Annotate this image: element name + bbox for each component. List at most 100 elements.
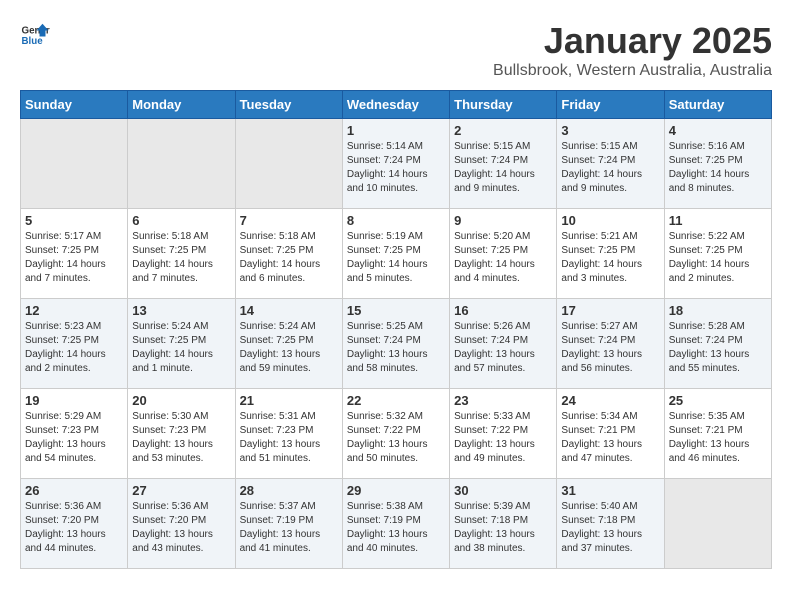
calendar-week-row: 26 Sunrise: 5:36 AM Sunset: 7:20 PM Dayl… bbox=[21, 479, 772, 569]
day-info: Sunrise: 5:23 AM Sunset: 7:25 PM Dayligh… bbox=[25, 320, 123, 376]
day-number: 31 bbox=[561, 483, 659, 498]
calendar-cell: 18 Sunrise: 5:28 AM Sunset: 7:24 PM Dayl… bbox=[664, 299, 771, 389]
day-number: 3 bbox=[561, 123, 659, 138]
day-number: 2 bbox=[454, 123, 552, 138]
sunrise-label: Sunrise: 5:28 AM bbox=[669, 321, 745, 332]
weekday-header-monday: Monday bbox=[128, 91, 235, 119]
weekday-header-sunday: Sunday bbox=[21, 91, 128, 119]
svg-text:Blue: Blue bbox=[22, 36, 44, 47]
day-number: 14 bbox=[240, 303, 338, 318]
calendar-cell: 16 Sunrise: 5:26 AM Sunset: 7:24 PM Dayl… bbox=[450, 299, 557, 389]
sunset-label: Sunset: 7:25 PM bbox=[132, 335, 206, 346]
day-number: 28 bbox=[240, 483, 338, 498]
day-info: Sunrise: 5:29 AM Sunset: 7:23 PM Dayligh… bbox=[25, 410, 123, 466]
calendar-cell bbox=[235, 119, 342, 209]
sunset-label: Sunset: 7:22 PM bbox=[347, 425, 421, 436]
day-info: Sunrise: 5:25 AM Sunset: 7:24 PM Dayligh… bbox=[347, 320, 445, 376]
sunset-label: Sunset: 7:24 PM bbox=[454, 335, 528, 346]
day-number: 15 bbox=[347, 303, 445, 318]
day-info: Sunrise: 5:38 AM Sunset: 7:19 PM Dayligh… bbox=[347, 500, 445, 556]
day-number: 18 bbox=[669, 303, 767, 318]
sunset-label: Sunset: 7:24 PM bbox=[561, 335, 635, 346]
sunset-label: Sunset: 7:23 PM bbox=[132, 425, 206, 436]
day-number: 11 bbox=[669, 213, 767, 228]
daylight-label: Daylight: 13 hours and 47 minutes. bbox=[561, 439, 642, 464]
day-info: Sunrise: 5:22 AM Sunset: 7:25 PM Dayligh… bbox=[669, 230, 767, 286]
day-info: Sunrise: 5:20 AM Sunset: 7:25 PM Dayligh… bbox=[454, 230, 552, 286]
day-info: Sunrise: 5:18 AM Sunset: 7:25 PM Dayligh… bbox=[240, 230, 338, 286]
daylight-label: Daylight: 13 hours and 43 minutes. bbox=[132, 529, 213, 554]
page-header: General Blue January 2025 Bullsbrook, We… bbox=[20, 20, 772, 80]
day-number: 10 bbox=[561, 213, 659, 228]
weekday-header-row: SundayMondayTuesdayWednesdayThursdayFrid… bbox=[21, 91, 772, 119]
sunset-label: Sunset: 7:24 PM bbox=[669, 335, 743, 346]
day-number: 25 bbox=[669, 393, 767, 408]
day-number: 29 bbox=[347, 483, 445, 498]
weekday-header-saturday: Saturday bbox=[664, 91, 771, 119]
calendar-cell bbox=[21, 119, 128, 209]
day-info: Sunrise: 5:40 AM Sunset: 7:18 PM Dayligh… bbox=[561, 500, 659, 556]
daylight-label: Daylight: 13 hours and 38 minutes. bbox=[454, 529, 535, 554]
calendar-subtitle: Bullsbrook, Western Australia, Australia bbox=[493, 62, 772, 80]
daylight-label: Daylight: 13 hours and 37 minutes. bbox=[561, 529, 642, 554]
logo-icon: General Blue bbox=[20, 20, 50, 50]
day-number: 6 bbox=[132, 213, 230, 228]
sunrise-label: Sunrise: 5:33 AM bbox=[454, 411, 530, 422]
day-info: Sunrise: 5:21 AM Sunset: 7:25 PM Dayligh… bbox=[561, 230, 659, 286]
day-info: Sunrise: 5:34 AM Sunset: 7:21 PM Dayligh… bbox=[561, 410, 659, 466]
sunrise-label: Sunrise: 5:14 AM bbox=[347, 141, 423, 152]
calendar-week-row: 1 Sunrise: 5:14 AM Sunset: 7:24 PM Dayli… bbox=[21, 119, 772, 209]
sunset-label: Sunset: 7:18 PM bbox=[561, 515, 635, 526]
daylight-label: Daylight: 13 hours and 58 minutes. bbox=[347, 349, 428, 374]
daylight-label: Daylight: 14 hours and 10 minutes. bbox=[347, 169, 428, 194]
calendar-cell: 28 Sunrise: 5:37 AM Sunset: 7:19 PM Dayl… bbox=[235, 479, 342, 569]
day-info: Sunrise: 5:35 AM Sunset: 7:21 PM Dayligh… bbox=[669, 410, 767, 466]
day-number: 27 bbox=[132, 483, 230, 498]
daylight-label: Daylight: 14 hours and 8 minutes. bbox=[669, 169, 750, 194]
sunset-label: Sunset: 7:20 PM bbox=[25, 515, 99, 526]
calendar-cell: 9 Sunrise: 5:20 AM Sunset: 7:25 PM Dayli… bbox=[450, 209, 557, 299]
day-number: 24 bbox=[561, 393, 659, 408]
day-number: 19 bbox=[25, 393, 123, 408]
day-info: Sunrise: 5:17 AM Sunset: 7:25 PM Dayligh… bbox=[25, 230, 123, 286]
sunrise-label: Sunrise: 5:20 AM bbox=[454, 231, 530, 242]
calendar-cell bbox=[664, 479, 771, 569]
calendar-week-row: 19 Sunrise: 5:29 AM Sunset: 7:23 PM Dayl… bbox=[21, 389, 772, 479]
sunrise-label: Sunrise: 5:23 AM bbox=[25, 321, 101, 332]
sunset-label: Sunset: 7:23 PM bbox=[240, 425, 314, 436]
day-number: 16 bbox=[454, 303, 552, 318]
sunset-label: Sunset: 7:19 PM bbox=[240, 515, 314, 526]
calendar-cell: 19 Sunrise: 5:29 AM Sunset: 7:23 PM Dayl… bbox=[21, 389, 128, 479]
daylight-label: Daylight: 13 hours and 41 minutes. bbox=[240, 529, 321, 554]
day-number: 26 bbox=[25, 483, 123, 498]
calendar-cell: 15 Sunrise: 5:25 AM Sunset: 7:24 PM Dayl… bbox=[342, 299, 449, 389]
sunset-label: Sunset: 7:24 PM bbox=[454, 155, 528, 166]
day-info: Sunrise: 5:19 AM Sunset: 7:25 PM Dayligh… bbox=[347, 230, 445, 286]
daylight-label: Daylight: 14 hours and 7 minutes. bbox=[25, 259, 106, 284]
logo: General Blue bbox=[20, 20, 50, 50]
sunset-label: Sunset: 7:25 PM bbox=[561, 245, 635, 256]
calendar-week-row: 12 Sunrise: 5:23 AM Sunset: 7:25 PM Dayl… bbox=[21, 299, 772, 389]
day-number: 30 bbox=[454, 483, 552, 498]
calendar-cell: 1 Sunrise: 5:14 AM Sunset: 7:24 PM Dayli… bbox=[342, 119, 449, 209]
day-number: 20 bbox=[132, 393, 230, 408]
day-info: Sunrise: 5:18 AM Sunset: 7:25 PM Dayligh… bbox=[132, 230, 230, 286]
weekday-header-thursday: Thursday bbox=[450, 91, 557, 119]
sunrise-label: Sunrise: 5:18 AM bbox=[240, 231, 316, 242]
calendar-cell: 17 Sunrise: 5:27 AM Sunset: 7:24 PM Dayl… bbox=[557, 299, 664, 389]
calendar-cell: 3 Sunrise: 5:15 AM Sunset: 7:24 PM Dayli… bbox=[557, 119, 664, 209]
day-info: Sunrise: 5:32 AM Sunset: 7:22 PM Dayligh… bbox=[347, 410, 445, 466]
sunrise-label: Sunrise: 5:37 AM bbox=[240, 501, 316, 512]
title-block: January 2025 Bullsbrook, Western Austral… bbox=[493, 20, 772, 80]
day-info: Sunrise: 5:27 AM Sunset: 7:24 PM Dayligh… bbox=[561, 320, 659, 376]
sunrise-label: Sunrise: 5:31 AM bbox=[240, 411, 316, 422]
sunrise-label: Sunrise: 5:24 AM bbox=[132, 321, 208, 332]
weekday-header-tuesday: Tuesday bbox=[235, 91, 342, 119]
sunset-label: Sunset: 7:25 PM bbox=[25, 245, 99, 256]
calendar-cell: 2 Sunrise: 5:15 AM Sunset: 7:24 PM Dayli… bbox=[450, 119, 557, 209]
calendar-cell: 23 Sunrise: 5:33 AM Sunset: 7:22 PM Dayl… bbox=[450, 389, 557, 479]
daylight-label: Daylight: 13 hours and 46 minutes. bbox=[669, 439, 750, 464]
daylight-label: Daylight: 13 hours and 57 minutes. bbox=[454, 349, 535, 374]
daylight-label: Daylight: 14 hours and 2 minutes. bbox=[25, 349, 106, 374]
sunrise-label: Sunrise: 5:18 AM bbox=[132, 231, 208, 242]
